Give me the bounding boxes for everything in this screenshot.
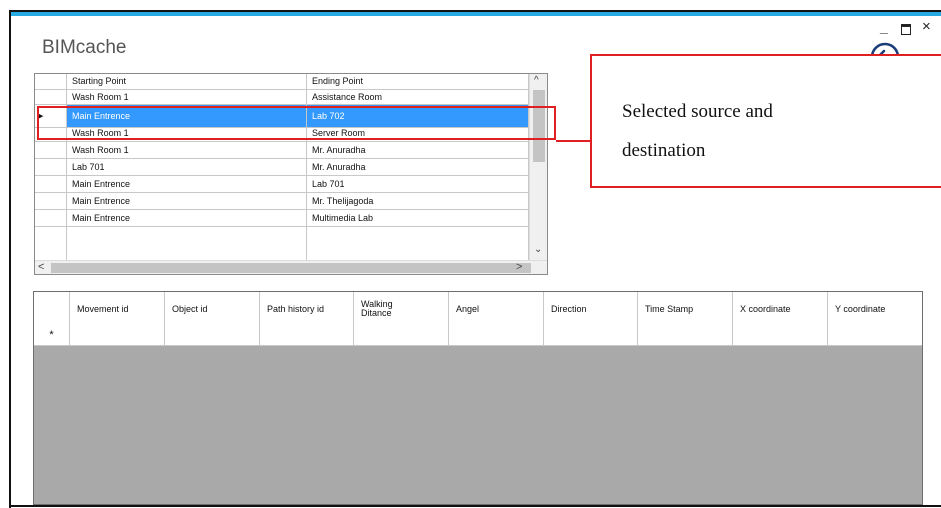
route-row[interactable]: Wash Room 1 Assistance Room — [35, 90, 529, 105]
new-row-cell[interactable] — [70, 326, 165, 345]
ending-point-cell[interactable]: Mr. Thelijagoda — [307, 193, 529, 209]
route-row[interactable]: Lab 701 Mr. Anuradha — [35, 159, 529, 176]
new-row-cell[interactable] — [354, 326, 449, 345]
route-row[interactable]: Main Entrence Multimedia Lab — [35, 210, 529, 227]
row-header[interactable] — [35, 193, 67, 209]
scroll-right-arrow-icon[interactable]: > — [516, 261, 522, 273]
filler-cell — [67, 227, 307, 260]
app-title: BIMcache — [42, 37, 127, 58]
callout-text-line-2: destination — [622, 140, 706, 161]
row-header[interactable] — [35, 159, 67, 175]
new-row-cell[interactable] — [828, 326, 922, 345]
column-header-starting-point[interactable]: Starting Point — [67, 74, 307, 89]
movement-grid-header: Movement id Object id Path history id Wa… — [34, 292, 922, 327]
new-row-cell[interactable] — [544, 326, 638, 345]
scroll-down-arrow-icon[interactable]: ⌄ — [534, 244, 542, 255]
ending-point-cell[interactable]: Assistance Room — [307, 90, 529, 104]
starting-point-cell[interactable]: Wash Room 1 — [67, 142, 307, 158]
movement-grid[interactable]: Movement id Object id Path history id Wa… — [33, 291, 923, 505]
column-header-direction[interactable]: Direction — [544, 292, 638, 326]
new-row-cell[interactable] — [260, 326, 354, 345]
callout-text-line-1: Selected source and — [622, 101, 773, 122]
new-row-cell[interactable] — [638, 326, 733, 345]
starting-point-cell[interactable]: Wash Room 1 — [67, 90, 307, 104]
column-header-y-coordinate[interactable]: Y coordinate — [828, 292, 922, 326]
routes-grid[interactable]: Starting Point Ending Point Wash Room 1 … — [34, 73, 548, 275]
starting-point-cell[interactable]: Main Entrence — [67, 193, 307, 209]
column-header-path-history-id[interactable]: Path history id — [260, 292, 354, 326]
column-header-walking-distance[interactable]: Walking Ditance — [354, 292, 449, 326]
routes-horizontal-scrollbar[interactable]: < > — [35, 260, 547, 274]
row-header-corner — [35, 74, 67, 89]
callout-box: Selected source and destination — [590, 54, 941, 188]
filler-cell — [307, 227, 529, 260]
callout-text: Selected source and destination — [622, 92, 922, 170]
horizontal-scroll-thumb[interactable] — [51, 263, 531, 273]
close-button[interactable]: × — [922, 19, 931, 34]
scroll-up-arrow-icon[interactable]: ^ — [534, 75, 539, 86]
column-header-time-stamp[interactable]: Time Stamp — [638, 292, 733, 326]
row-header — [35, 227, 67, 260]
window-bottom-border — [9, 505, 941, 507]
column-header-angle[interactable]: Angel — [449, 292, 544, 326]
ending-point-cell[interactable]: Mr. Anuradha — [307, 142, 529, 158]
column-header-movement-id[interactable]: Movement id — [70, 292, 165, 326]
column-header-x-coordinate[interactable]: X coordinate — [733, 292, 828, 326]
scroll-left-arrow-icon[interactable]: < — [38, 261, 44, 273]
ending-point-cell[interactable]: Multimedia Lab — [307, 210, 529, 226]
row-header[interactable] — [35, 210, 67, 226]
column-header-object-id[interactable]: Object id — [165, 292, 260, 326]
route-row[interactable]: Main Entrence Lab 701 — [35, 176, 529, 193]
title-accent-bar — [11, 12, 941, 16]
minimize-button[interactable]: _ — [880, 20, 888, 34]
starting-point-cell[interactable]: Lab 701 — [67, 159, 307, 175]
row-header-corner — [34, 292, 70, 326]
new-row-cell[interactable] — [165, 326, 260, 345]
callout-connector — [556, 140, 592, 142]
new-row-cell[interactable] — [449, 326, 544, 345]
new-row-cell[interactable] — [733, 326, 828, 345]
row-header[interactable] — [35, 142, 67, 158]
routes-vertical-scrollbar[interactable]: ^ ⌄ — [529, 74, 547, 260]
ending-point-cell[interactable]: Mr. Anuradha — [307, 159, 529, 175]
starting-point-cell[interactable]: Main Entrence — [67, 176, 307, 192]
selection-highlight-annotation — [37, 106, 556, 140]
route-row[interactable]: Wash Room 1 Mr. Anuradha — [35, 142, 529, 159]
route-row[interactable]: Main Entrence Mr. Thelijagoda — [35, 193, 529, 210]
maximize-button[interactable] — [901, 24, 911, 35]
new-row[interactable]: * — [34, 326, 922, 346]
routes-grid-header: Starting Point Ending Point — [35, 74, 529, 90]
row-header[interactable] — [35, 176, 67, 192]
starting-point-cell[interactable]: Main Entrence — [67, 210, 307, 226]
ending-point-cell[interactable]: Lab 701 — [307, 176, 529, 192]
row-header[interactable] — [35, 90, 67, 104]
routes-grid-filler — [35, 227, 529, 260]
new-row-marker-icon[interactable]: * — [34, 326, 70, 345]
column-header-ending-point[interactable]: Ending Point — [307, 74, 529, 89]
